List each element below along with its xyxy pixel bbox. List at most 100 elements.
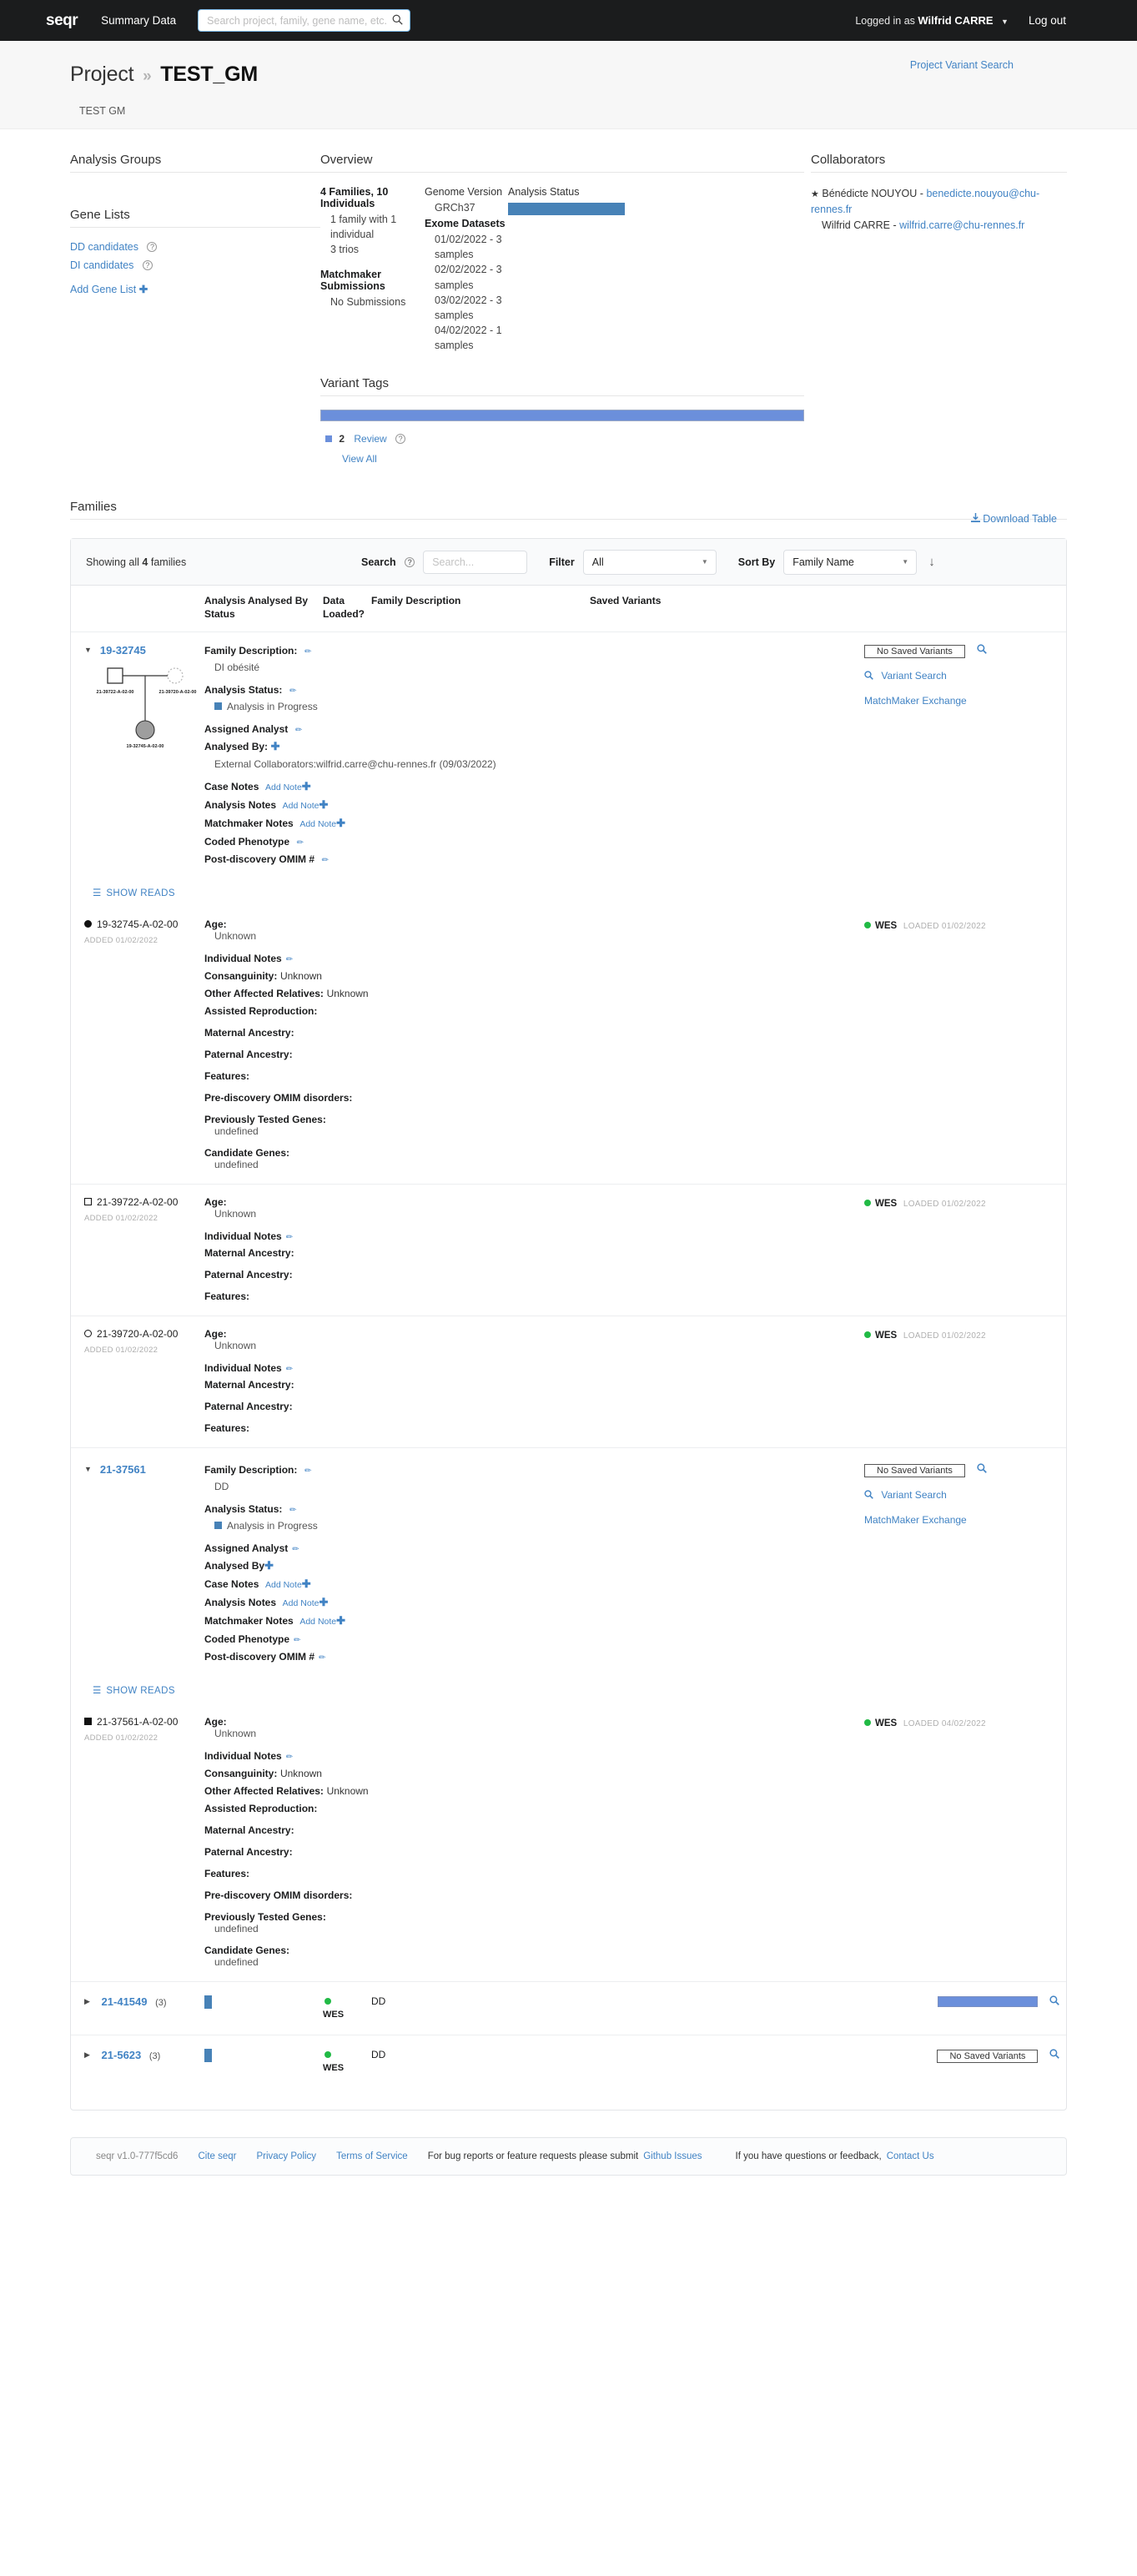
add-case-note-button[interactable]: Add Note	[265, 782, 302, 792]
edit-pencil-icon[interactable]: ✏	[289, 1506, 296, 1515]
plus-icon[interactable]: ✚	[319, 798, 328, 811]
edit-pencil-icon[interactable]: ✏	[319, 1653, 325, 1663]
gene-list-link-dd[interactable]: DD candidates	[70, 241, 138, 253]
add-matchmaker-note-button[interactable]: Add Note	[299, 1617, 336, 1627]
family-row-collapsed[interactable]: ▶ 21-5623 (3) WES DD No Saved Variants	[71, 2035, 1066, 2088]
caret-right-icon[interactable]: ▶	[84, 1997, 90, 2006]
edit-pencil-icon[interactable]: ✏	[304, 1467, 311, 1476]
download-icon[interactable]	[970, 513, 983, 525]
search-icon[interactable]	[864, 1489, 876, 1501]
chevron-down-icon[interactable]: ▼	[1001, 18, 1009, 26]
saved-variants-bar[interactable]	[938, 1995, 1039, 2007]
reads-icon[interactable]: ☰	[93, 1686, 101, 1696]
gene-list-link-di[interactable]: DI candidates	[70, 259, 133, 271]
search-icon[interactable]	[864, 670, 876, 682]
help-icon[interactable]: ?	[405, 556, 415, 567]
logged-in-user[interactable]: Logged in as Wilfrid CARRE ▼	[855, 14, 1009, 27]
help-icon[interactable]: ?	[142, 260, 153, 270]
add-case-note-button[interactable]: Add Note	[265, 1580, 302, 1590]
show-reads-button-family1[interactable]: ☰ SHOW READS	[71, 887, 1066, 898]
assigned-analyst-label: Assigned Analyst	[204, 722, 289, 735]
edit-pencil-icon[interactable]: ✏	[289, 687, 296, 696]
help-icon[interactable]: ?	[147, 242, 158, 252]
variant-search-link[interactable]: Variant Search	[881, 670, 947, 682]
variant-search-link-row[interactable]: Variant Search	[864, 1489, 1039, 1501]
breadcrumb-root[interactable]: Project	[70, 63, 134, 86]
sort-select[interactable]: Family Name ▼	[783, 549, 918, 575]
plus-icon[interactable]: ✚	[139, 284, 148, 295]
filter-select[interactable]: All ▼	[582, 549, 717, 575]
matchmaker-exchange-link[interactable]: MatchMaker Exchange	[864, 1514, 967, 1526]
edit-pencil-icon[interactable]: ✏	[286, 1233, 293, 1242]
list-item[interactable]: DI candidates ?	[70, 259, 320, 271]
project-variant-search-link[interactable]: Project Variant Search	[910, 59, 1014, 71]
plus-icon[interactable]: ✚	[264, 1559, 274, 1572]
download-table-label[interactable]: Download Table	[983, 513, 1057, 525]
nav-summary-data[interactable]: Summary Data	[101, 14, 176, 27]
edit-pencil-icon[interactable]: ✏	[292, 1545, 299, 1554]
plus-icon[interactable]: ✚	[336, 817, 345, 829]
global-search-input[interactable]	[205, 13, 393, 28]
cite-seqr-link[interactable]: Cite seqr	[198, 2151, 236, 2161]
edit-pencil-icon[interactable]: ✏	[295, 726, 302, 735]
family-name-link[interactable]: 19-32745	[100, 644, 146, 657]
show-reads-button-family2[interactable]: ☰ SHOW READS	[71, 1684, 1066, 1696]
add-analysis-note-button[interactable]: Add Note	[283, 1598, 319, 1608]
families-search-input[interactable]	[423, 550, 528, 574]
seqr-logo[interactable]: seqr	[46, 12, 78, 30]
download-table-button[interactable]: Download Table	[970, 513, 1057, 525]
collaborator-email[interactable]: wilfrid.carre@chu-rennes.fr	[899, 219, 1024, 231]
help-icon[interactable]: ?	[395, 434, 406, 445]
search-icon[interactable]	[392, 14, 403, 28]
edit-pencil-icon[interactable]: ✏	[286, 1365, 293, 1374]
edit-pencil-icon[interactable]: ✏	[297, 838, 304, 848]
arrow-down-icon[interactable]: ↓	[928, 555, 935, 569]
logout-link[interactable]: Log out	[1029, 14, 1066, 27]
variant-tags-view-all-link[interactable]: View All	[342, 453, 377, 465]
plus-icon[interactable]: ✚	[336, 1614, 345, 1627]
search-icon[interactable]	[976, 643, 987, 657]
list-item[interactable]: DD candidates ?	[70, 241, 320, 253]
variant-tag-review-link[interactable]: Review	[354, 433, 386, 445]
caret-down-icon[interactable]: ▼	[84, 1465, 92, 1473]
edit-pencil-icon[interactable]: ✏	[286, 1753, 293, 1762]
chevron-down-icon[interactable]: ▼	[702, 558, 708, 566]
caret-down-icon[interactable]: ▼	[84, 646, 92, 654]
add-analysis-note-button[interactable]: Add Note	[283, 801, 319, 811]
matchmaker-exchange-link[interactable]: MatchMaker Exchange	[864, 695, 967, 707]
family-name-link[interactable]: 21-37561	[100, 1463, 146, 1476]
edit-pencil-icon[interactable]: ✏	[322, 856, 329, 865]
global-search-box[interactable]	[198, 9, 411, 32]
terms-of-service-link[interactable]: Terms of Service	[336, 2151, 408, 2161]
edit-pencil-icon[interactable]: ✏	[286, 955, 293, 964]
variant-tags-bar[interactable]	[320, 410, 804, 422]
add-gene-list-label[interactable]: Add Gene List	[70, 284, 136, 295]
plus-icon[interactable]: ✚	[302, 1577, 311, 1590]
no-saved-variants-badge[interactable]: No Saved Variants	[864, 1463, 965, 1477]
plus-icon[interactable]: ✚	[319, 1596, 328, 1608]
pedigree-diagram[interactable]: 21-39722-A-02-00 21-39720-A-02-00 19-327…	[84, 662, 204, 756]
reads-icon[interactable]: ☰	[93, 888, 101, 898]
github-issues-link[interactable]: Github Issues	[643, 2151, 702, 2161]
search-icon[interactable]	[1049, 2048, 1059, 2061]
add-matchmaker-note-button[interactable]: Add Note	[299, 819, 336, 829]
contact-us-link[interactable]: Contact Us	[887, 2151, 934, 2161]
analysis-status-bar[interactable]	[508, 203, 625, 215]
search-icon[interactable]	[976, 1462, 987, 1476]
no-saved-variants-badge[interactable]: No Saved Variants	[937, 2049, 1039, 2063]
search-icon[interactable]	[1049, 1995, 1059, 2008]
privacy-policy-link[interactable]: Privacy Policy	[256, 2151, 316, 2161]
no-saved-variants-badge[interactable]: No Saved Variants	[864, 644, 965, 658]
family-name-link[interactable]: 21-41549	[102, 1995, 148, 2008]
variant-search-link[interactable]: Variant Search	[881, 1489, 947, 1501]
plus-icon[interactable]: ✚	[271, 740, 280, 752]
caret-right-icon[interactable]: ▶	[84, 2050, 90, 2060]
edit-pencil-icon[interactable]: ✏	[304, 647, 311, 657]
plus-icon[interactable]: ✚	[302, 780, 311, 792]
add-gene-list-button[interactable]: Add Gene List ✚	[70, 283, 320, 295]
edit-pencil-icon[interactable]: ✏	[294, 1636, 300, 1645]
family-name-link[interactable]: 21-5623	[102, 2049, 142, 2061]
variant-search-link-row[interactable]: Variant Search	[864, 670, 1039, 682]
family-row-collapsed[interactable]: ▶ 21-41549 (3) WES DD	[71, 1982, 1066, 2035]
chevron-down-icon[interactable]: ▼	[902, 558, 908, 566]
